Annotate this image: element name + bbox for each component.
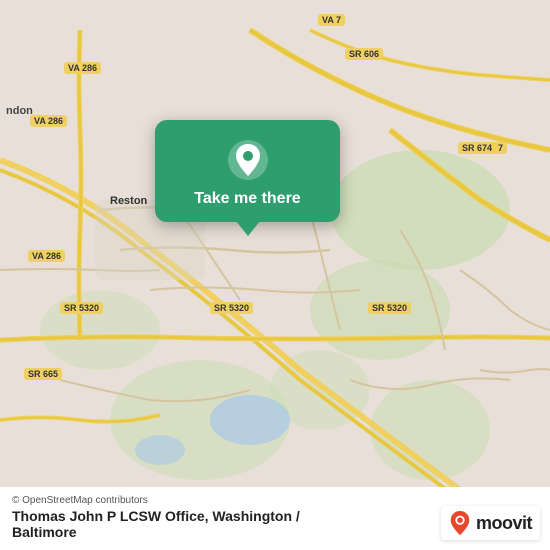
moovit-pin-icon	[449, 510, 471, 536]
copyright-text: © OpenStreetMap contributors	[12, 495, 538, 506]
location-popup: Take me there	[155, 120, 340, 222]
take-me-there-button[interactable]: Take me there	[194, 190, 300, 208]
moovit-brand-text: moovit	[476, 513, 532, 534]
map-container: Reston VA 7 VA 7 VA 286 VA 286 VA 286 SR…	[0, 0, 550, 550]
map-background	[0, 0, 550, 550]
location-pin-icon	[226, 138, 270, 182]
moovit-logo: moovit	[441, 506, 540, 540]
